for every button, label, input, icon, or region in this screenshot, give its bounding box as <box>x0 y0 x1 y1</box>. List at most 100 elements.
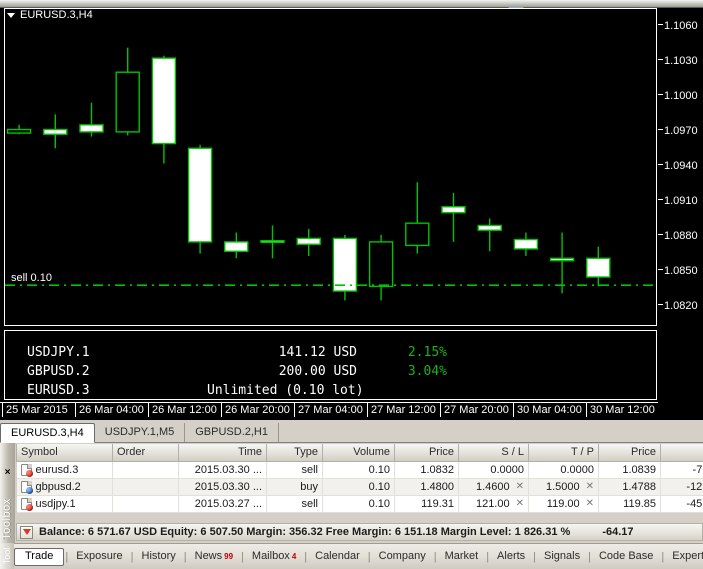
toolbox-tab[interactable]: Company <box>372 548 433 566</box>
time-axis-tick: 27 Mar 12:00 <box>367 403 436 417</box>
time-axis[interactable]: 25 Mar 201526 Mar 04:0026 Mar 12:0026 Ma… <box>0 402 658 418</box>
price-axis-tick: 1.1060 <box>658 20 698 32</box>
chart-tab[interactable]: GBPUSD.2,H1 <box>185 423 279 442</box>
price-axis-tick: 1.1030 <box>658 55 698 67</box>
cell-profit[interactable]: -45.06✕ <box>661 495 703 512</box>
cell-time[interactable]: 2015.03.27 ... <box>179 495 267 512</box>
close-icon[interactable]: ✕ <box>516 498 524 509</box>
toolbox-tab[interactable]: Exposure <box>69 548 129 566</box>
cell-order[interactable] <box>113 478 179 495</box>
candle-body <box>370 242 393 286</box>
cell-order[interactable] <box>113 495 179 512</box>
tick-dash <box>658 129 663 130</box>
cell-stop-loss[interactable]: 121.00✕ <box>459 495 529 512</box>
table-row[interactable]: gbpusd.22015.03.30 ...buy0.101.48001.460… <box>17 478 703 495</box>
cell-volume[interactable]: 0.10 <box>323 495 395 512</box>
table-column-header[interactable]: Time <box>179 444 267 461</box>
table-column-header[interactable]: Price <box>395 444 459 461</box>
value-label: 1.4600 <box>476 481 510 493</box>
table-column-header[interactable]: Volume <box>323 444 395 461</box>
symbol-label: usdjpy.1 <box>36 498 76 510</box>
close-icon[interactable]: ✕ <box>586 498 594 509</box>
cell-volume[interactable]: 0.10 <box>323 461 395 478</box>
cell-current-price[interactable]: 119.85 <box>599 495 661 512</box>
close-icon[interactable]: ✕ <box>586 481 594 492</box>
cell-take-profit[interactable]: 119.00 ✕ <box>529 495 599 512</box>
info-percent: 2.15% <box>357 345 447 360</box>
toolbox-close-icon[interactable]: × <box>2 467 13 478</box>
toolbox-vertical-label: Toolbox <box>1 489 13 549</box>
cell-volume[interactable]: 0.10 <box>323 478 395 495</box>
cell-symbol[interactable]: gbpusd.2 <box>17 478 113 495</box>
toolbox-tab-label: Market <box>445 548 479 565</box>
cell-stop-loss[interactable]: 0.0000 <box>459 461 529 478</box>
toolbox-tab[interactable]: History <box>135 548 183 566</box>
chevron-down-icon[interactable] <box>7 13 15 18</box>
candlestick-plot[interactable]: sell 0.10 <box>5 9 656 325</box>
price-axis-tick-label: 1.1030 <box>664 55 698 67</box>
cell-type[interactable]: sell <box>267 461 323 478</box>
cell-type[interactable]: sell <box>267 495 323 512</box>
chart-plot-frame[interactable]: sell 0.10 <box>4 8 657 326</box>
time-axis-tick: 30 Mar 04:00 <box>513 403 582 417</box>
chart-window-titlebar[interactable] <box>0 0 703 8</box>
chart-info-subwindow: USDJPY.1141.12 USD2.15%GBPUSD.2200.00 US… <box>4 330 657 400</box>
candle-body <box>297 238 320 244</box>
price-axis-tick-label: 1.0910 <box>664 195 698 207</box>
table-column-header[interactable]: Type <box>267 444 323 461</box>
value-label: 0.0000 <box>490 464 524 476</box>
candlestick <box>44 114 67 148</box>
table-column-header[interactable]: Price <box>599 444 661 461</box>
candlestick <box>261 226 284 259</box>
cell-time[interactable]: 2015.03.30 ... <box>179 478 267 495</box>
cell-profit[interactable]: -12.00✕ <box>661 478 703 495</box>
toolbox-tab[interactable]: Alerts <box>490 548 532 566</box>
cell-current-price[interactable]: 1.4788 <box>599 478 661 495</box>
toolbox-tab-label: Trade <box>25 548 53 565</box>
toolbox-tab[interactable]: Signals <box>537 548 587 566</box>
toolbox-tab-label: Calendar <box>315 548 360 565</box>
price-axis[interactable]: 1.10601.10301.10001.09701.09401.09101.08… <box>658 8 703 400</box>
trade-table[interactable]: SymbolOrderTimeTypeVolumePriceS / LT / P… <box>16 444 703 513</box>
cell-profit[interactable]: -7.00✕ <box>661 461 703 478</box>
toolbox-tab[interactable]: Code Base <box>592 548 660 566</box>
value-label: 119.00 <box>547 498 580 510</box>
toolbox-tab[interactable]: Mailbox4 <box>245 548 303 566</box>
toolbox-tab-label: History <box>142 548 176 565</box>
toolbox-tab[interactable]: Trade <box>14 548 64 566</box>
cell-order[interactable] <box>113 461 179 478</box>
cell-price[interactable]: 1.0832 <box>395 461 459 478</box>
table-column-header[interactable]: Profit <box>661 444 703 461</box>
chart-tab[interactable]: USDJPY.1,M5 <box>95 423 186 442</box>
cell-price[interactable]: 1.4800 <box>395 478 459 495</box>
cell-symbol[interactable]: usdjpy.1 <box>17 495 113 512</box>
cell-current-price[interactable]: 1.0839 <box>599 461 661 478</box>
candlestick <box>152 56 175 164</box>
cell-take-profit[interactable]: 1.5000✕ <box>529 478 599 495</box>
toolbox-tab[interactable]: Expert <box>665 548 703 566</box>
table-column-header[interactable]: Symbol <box>17 444 113 461</box>
toolbox-tab-label: Company <box>379 548 426 565</box>
table-row[interactable]: usdjpy.1 2015.03.27 ...sell0.10119.31121.… <box>17 495 703 512</box>
toolbox-tab-label: Code Base <box>599 548 653 565</box>
toolbox-tab[interactable]: Calendar <box>308 548 367 566</box>
table-row[interactable]: eurusd.3 2015.03.30 ...sell0.101.0832 0.00… <box>17 461 703 478</box>
table-column-header[interactable]: S / L <box>459 444 529 461</box>
cell-take-profit[interactable]: 0.0000 <box>529 461 599 478</box>
value-label: 0.0000 <box>560 464 594 476</box>
candle-body <box>551 258 574 260</box>
toolbox-tab[interactable]: Market <box>438 548 486 566</box>
cell-stop-loss[interactable]: 1.4600 ✕ <box>459 478 529 495</box>
table-column-header[interactable]: T / P <box>529 444 599 461</box>
cell-price[interactable]: 119.31 <box>395 495 459 512</box>
time-axis-tick: 26 Mar 04:00 <box>75 403 144 417</box>
cell-type[interactable]: buy <box>267 478 323 495</box>
chart-tab[interactable]: EURUSD.3,H4 <box>0 423 95 443</box>
cell-symbol[interactable]: eurusd.3 <box>17 461 113 478</box>
close-icon[interactable]: ✕ <box>516 481 524 492</box>
time-axis-tick: 26 Mar 20:00 <box>221 403 290 417</box>
chart-title-bar: EURUSD.3,H4 <box>4 8 93 23</box>
cell-time[interactable]: 2015.03.30 ... <box>179 461 267 478</box>
table-column-header[interactable]: Order <box>113 444 179 461</box>
toolbox-tab[interactable]: News99 <box>188 548 240 566</box>
